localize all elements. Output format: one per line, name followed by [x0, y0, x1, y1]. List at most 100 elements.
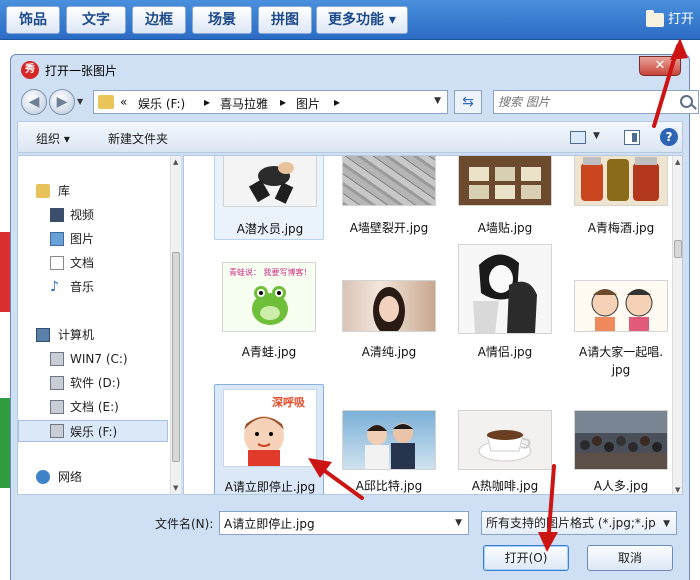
documents-library-icon [50, 256, 64, 270]
organize-menu[interactable]: 组织 ▾ [36, 130, 70, 147]
tab-border[interactable]: 边框 [132, 6, 186, 34]
file-item[interactable]: A热咖啡.jpg [450, 384, 560, 494]
scroll-down-icon[interactable]: ▼ [173, 484, 178, 492]
background-strip-red [0, 232, 10, 312]
drive-icon [50, 376, 64, 390]
view-dropdown-icon[interactable]: ▼ [593, 131, 600, 141]
file-thumbnail [223, 156, 317, 207]
scroll-thumb[interactable] [172, 252, 180, 462]
file-thumbnail [458, 244, 552, 334]
file-name: A人多.jpg [593, 479, 649, 493]
close-button[interactable]: ✕ [639, 56, 681, 76]
file-type-filter[interactable]: 所有支持的图片格式 (*.jpg;*.jp ▼ [481, 511, 677, 535]
view-mode-icon[interactable] [570, 131, 586, 144]
nav-documents[interactable]: 文档 [18, 252, 168, 274]
open-button-toolbar[interactable]: 打开 [646, 8, 696, 32]
preview-pane-icon[interactable] [624, 130, 640, 145]
address-separator[interactable]: ▸ [204, 95, 210, 109]
file-thumbnail [342, 156, 436, 206]
file-item[interactable]: A请大家一起唱. jpg [566, 254, 676, 384]
open-file-dialog: 秀 打开一张图片 ✕ ◀ ▶ ▼ « 娱乐 (F:) ▸ 喜马拉雅 ▸ 图片 ▸… [10, 54, 699, 580]
nav-network[interactable]: 网络 [18, 466, 168, 488]
filename-input[interactable] [224, 514, 444, 532]
address-segment-pictures[interactable]: 图片 [296, 95, 320, 112]
tab-text[interactable]: 文字 [66, 6, 126, 34]
music-library-icon: ♪ [50, 279, 59, 295]
file-item[interactable]: A潜水员.jpg [214, 156, 324, 240]
nav-videos[interactable]: 视频 [18, 204, 168, 226]
tab-collage[interactable]: 拼图 [258, 6, 312, 34]
history-dropdown-icon[interactable]: ▼ [77, 97, 83, 106]
file-item-selected[interactable]: 深呼吸 A请立即停止.jpg [214, 384, 324, 494]
file-name-continued: jpg [611, 363, 631, 377]
chevron-down-icon[interactable]: ▼ [455, 518, 462, 528]
file-name: A请大家一起唱. [578, 345, 664, 359]
open-button[interactable]: 打开(O) [483, 545, 569, 571]
address-chevron[interactable]: « [120, 95, 127, 109]
file-type-value: 所有支持的图片格式 (*.jpg;*.jp [486, 516, 656, 530]
help-icon[interactable]: ? [660, 128, 678, 146]
search-input[interactable] [498, 93, 668, 111]
file-list-scrollbar[interactable]: ▲ ▼ [672, 156, 682, 494]
pictures-library-icon [50, 232, 64, 246]
thumbnail-caption: 深呼吸 [272, 395, 306, 409]
file-name: A潜水员.jpg [236, 222, 304, 236]
hot-coffee-picture [478, 430, 532, 462]
file-item[interactable]: A情侣.jpg [450, 244, 560, 364]
address-bar[interactable]: « 娱乐 (F:) ▸ 喜马拉雅 ▸ 图片 ▸ ▼ [93, 90, 448, 114]
file-item[interactable]: A青梅酒.jpg [566, 156, 676, 238]
file-item[interactable]: 青蛙说： 我要写博客！ A青蛙.jpg [214, 254, 324, 364]
couple-sketch-picture [473, 254, 537, 333]
forward-button[interactable]: ▶ [49, 89, 75, 115]
file-thumbnail [458, 156, 552, 206]
file-item[interactable]: A邱比特.jpg [334, 384, 444, 494]
tab-scene[interactable]: 场景 [192, 6, 252, 34]
wall-sticker-picture [469, 167, 541, 199]
diver-picture [248, 162, 294, 204]
file-item[interactable]: A墙贴.jpg [450, 156, 560, 238]
nav-drive-c[interactable]: WIN7 (C:) [18, 348, 168, 370]
filename-combobox[interactable]: ▼ [219, 511, 469, 535]
file-item[interactable]: A人多.jpg [566, 384, 676, 494]
back-button[interactable]: ◀ [21, 89, 47, 115]
new-folder-button[interactable]: 新建文件夹 [108, 130, 168, 147]
address-separator[interactable]: ▸ [334, 95, 340, 109]
chevron-down-icon[interactable]: ▼ [663, 513, 670, 534]
scroll-thumb[interactable] [674, 240, 682, 258]
nav-label: 文档 (E:) [70, 400, 119, 414]
address-segment-folder[interactable]: 喜马拉雅 [220, 95, 268, 112]
nav-drive-f[interactable]: 娱乐 (F:) [18, 420, 168, 442]
search-icon[interactable] [680, 95, 693, 108]
nav-label: 图片 [70, 232, 95, 246]
nav-drive-d[interactable]: 软件 (D:) [18, 372, 168, 394]
refresh-button[interactable]: ⇆ [454, 90, 482, 114]
file-item[interactable]: A墙壁裂开.jpg [334, 156, 444, 238]
address-dropdown-icon[interactable]: ▼ [434, 96, 441, 106]
tab-accessories[interactable]: 饰品 [6, 6, 60, 34]
background-strip-green [0, 398, 10, 488]
library-folder-icon [36, 184, 50, 198]
file-name: A热咖啡.jpg [471, 479, 539, 493]
frog-picture: 青蛙说： 我要写博客！ [229, 267, 312, 325]
nav-scrollbar[interactable]: ▲ ▼ [170, 156, 181, 494]
nav-libraries[interactable]: 库 [18, 180, 168, 202]
nav-music[interactable]: ♪ 音乐 [18, 276, 168, 298]
nav-label: 文档 [70, 256, 95, 270]
nav-drive-e[interactable]: 文档 (E:) [18, 396, 168, 418]
filename-label: 文件名(N): [155, 517, 214, 531]
file-name: A青蛙.jpg [241, 345, 297, 359]
tab-more-features[interactable]: 更多功能 ▾ [316, 6, 408, 34]
plum-wine-picture [581, 157, 659, 201]
scroll-down-icon[interactable]: ▼ [675, 486, 680, 494]
scroll-up-icon[interactable]: ▲ [675, 158, 680, 166]
scroll-up-icon[interactable]: ▲ [173, 158, 178, 166]
nav-pictures[interactable]: 图片 [18, 228, 168, 250]
file-item[interactable]: A清纯.jpg [334, 254, 444, 364]
network-icon [36, 470, 50, 484]
nav-computer[interactable]: 计算机 [18, 324, 168, 346]
dialog-titlebar[interactable]: 秀 打开一张图片 ✕ [11, 55, 689, 85]
cancel-button[interactable]: 取消 [587, 545, 673, 571]
search-box[interactable] [493, 90, 699, 114]
address-separator[interactable]: ▸ [280, 95, 286, 109]
address-segment-drive[interactable]: 娱乐 (F:) [138, 95, 185, 112]
